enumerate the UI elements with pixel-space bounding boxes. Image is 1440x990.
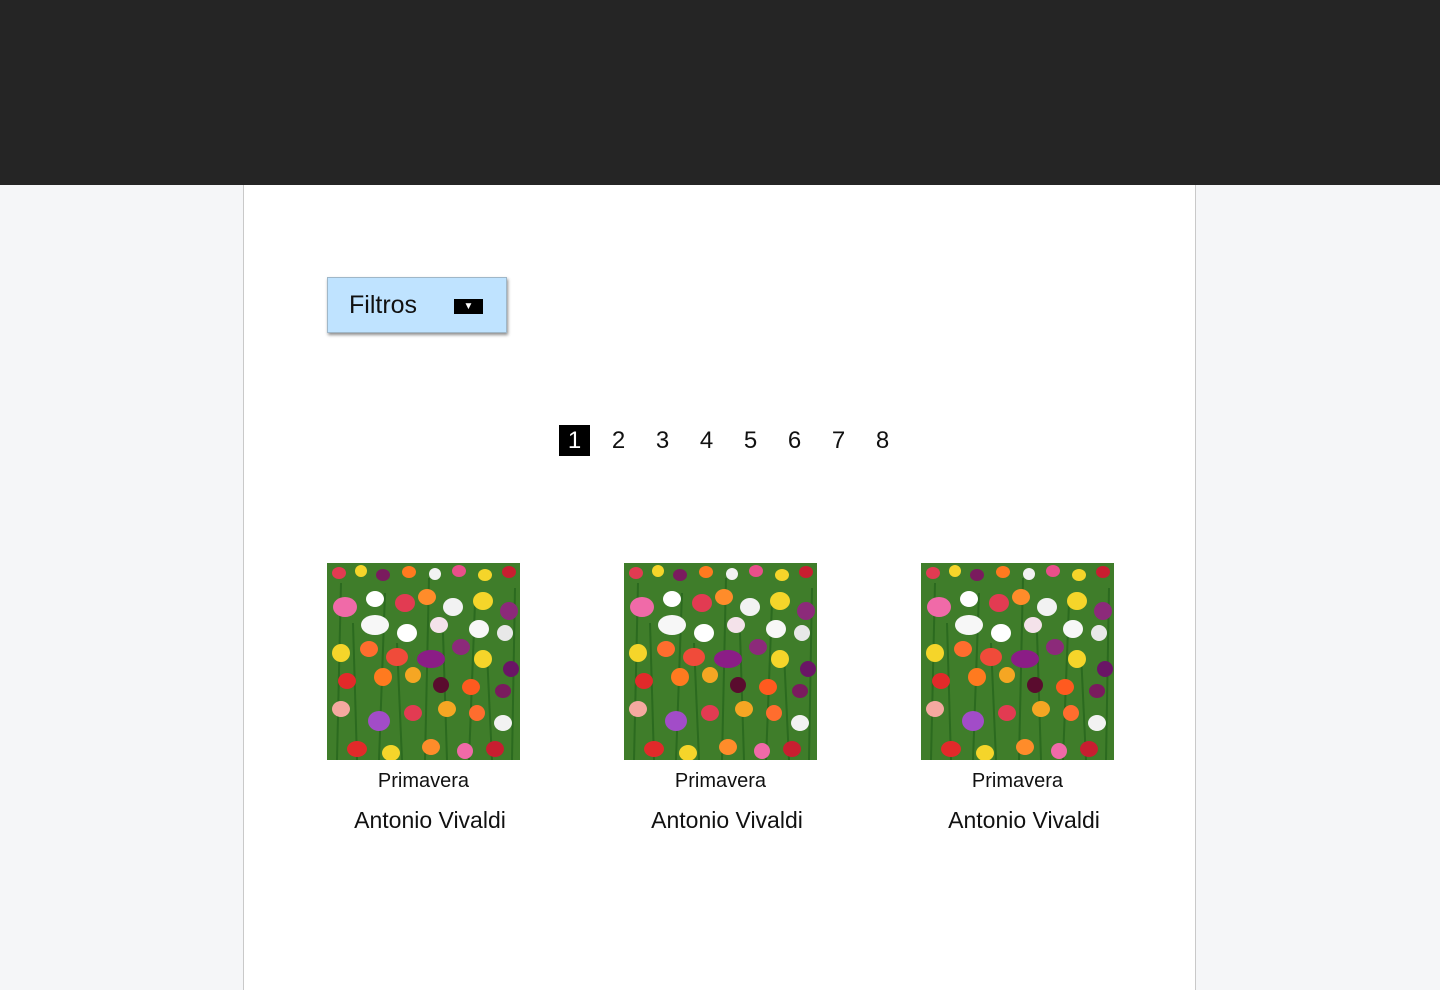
page-link-6[interactable]: 6 [779,425,810,456]
page-link-4[interactable]: 4 [691,425,722,456]
page-link-3[interactable]: 3 [647,425,678,456]
flower-field-image[interactable] [327,563,520,760]
page-link-5[interactable]: 5 [735,425,766,456]
music-card[interactable]: Primavera Antonio Vivaldi [921,563,1114,833]
card-artist: Antonio Vivaldi [948,807,1100,833]
card-artist: Antonio Vivaldi [354,807,506,833]
card-title: Primavera [674,770,767,792]
page-link-2[interactable]: 2 [603,425,634,456]
card-title: Primavera [971,770,1064,792]
page-link-8[interactable]: 8 [867,425,898,456]
filters-dropdown-button[interactable]: Filtros ▼ [327,277,507,333]
filters-label: Filtros [349,291,418,319]
flower-field-image[interactable] [921,563,1114,760]
card-artist: Antonio Vivaldi [651,807,803,833]
top-bar [0,0,1440,185]
music-card[interactable]: Primavera Antonio Vivaldi [624,563,817,833]
flower-field-image[interactable] [624,563,817,760]
page-link-7[interactable]: 7 [823,425,854,456]
music-card[interactable]: Primavera Antonio Vivaldi [327,563,520,833]
main-content: Filtros ▼ 1 2 3 4 5 6 7 8 Primavera Anto… [243,185,1196,990]
page-link-1[interactable]: 1 [559,425,590,456]
chevron-down-icon: ▼ [454,299,483,314]
card-title: Primavera [377,770,470,792]
